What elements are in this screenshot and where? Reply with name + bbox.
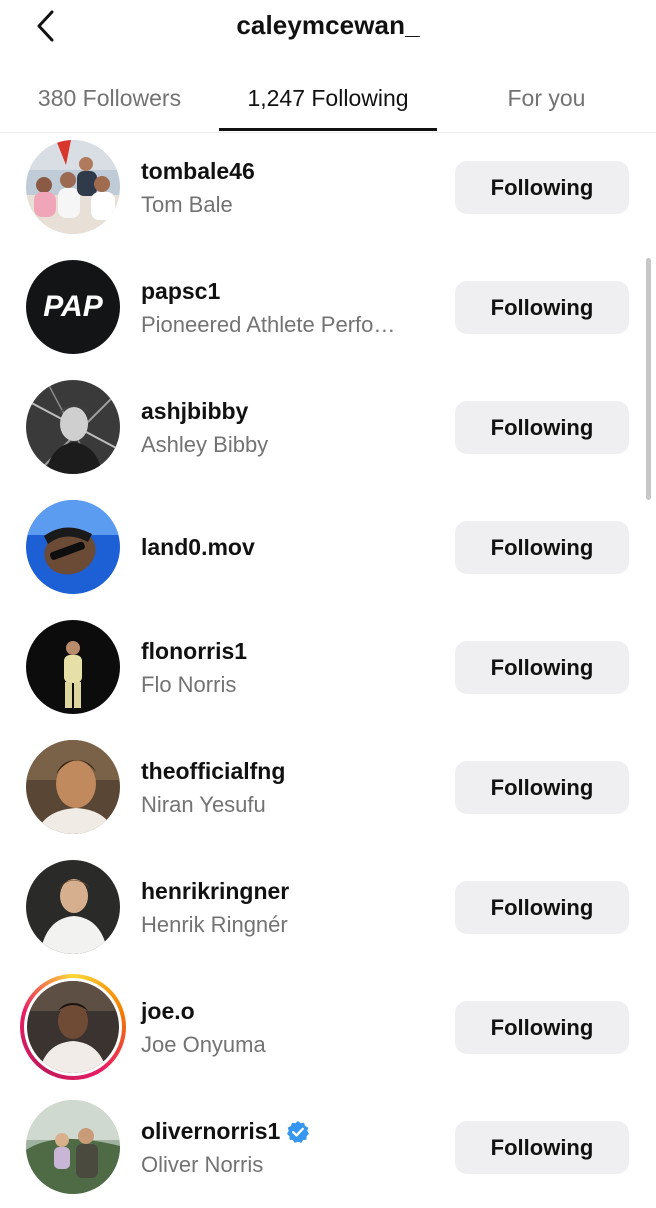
tab-for-you[interactable]: For you (437, 70, 656, 132)
tab-followers[interactable]: 380 Followers (0, 70, 219, 132)
full-name: Henrik Ringnér (141, 912, 288, 937)
following-button[interactable]: Following (455, 1121, 629, 1174)
following-button[interactable]: Following (455, 761, 629, 814)
list-item[interactable]: theofficialfng Niran Yesufu Following (0, 728, 656, 848)
full-name: Joe Onyuma (141, 1032, 266, 1057)
following-button[interactable]: Following (455, 281, 629, 334)
username[interactable]: tombale46 (141, 158, 255, 185)
avatar (24, 978, 122, 1076)
username[interactable]: flonorris1 (141, 638, 247, 665)
avatar[interactable] (26, 1100, 120, 1194)
profile-username-title: caleymcewan_ (236, 10, 420, 40)
tab-following[interactable]: 1,247 Following (219, 70, 437, 132)
header: caleymcewan_ (0, 0, 656, 50)
full-name: Ashley Bibby (141, 432, 269, 457)
following-button[interactable]: Following (455, 161, 629, 214)
full-name: Flo Norris (141, 672, 237, 697)
full-name: Oliver Norris (141, 1152, 264, 1177)
username[interactable]: joe.o (141, 998, 195, 1025)
list-item[interactable]: ashjbibby Ashley Bibby Following (0, 368, 656, 488)
avatar[interactable] (26, 860, 120, 954)
list-item[interactable]: PAP papsc1 Pioneered Athlete Perfo… Foll… (0, 248, 656, 368)
following-button[interactable]: Following (455, 401, 629, 454)
list-item[interactable]: henrikringner Henrik Ringnér Following (0, 848, 656, 968)
username[interactable]: land0.mov (141, 534, 255, 561)
verified-badge-icon (286, 1120, 310, 1144)
list-item[interactable]: joe.o Joe Onyuma Following (0, 968, 656, 1088)
following-button[interactable]: Following (455, 521, 629, 574)
scrollbar[interactable] (646, 258, 651, 500)
avatar[interactable] (26, 740, 120, 834)
full-name: Tom Bale (141, 192, 233, 217)
list-item[interactable]: olivernorris1 Oliver Norris Following (0, 1088, 656, 1208)
username[interactable]: olivernorris1 (141, 1118, 280, 1145)
avatar[interactable] (26, 380, 120, 474)
following-button[interactable]: Following (455, 881, 629, 934)
avatar-story-ring[interactable] (20, 974, 126, 1080)
username[interactable]: henrikringner (141, 878, 289, 905)
avatar[interactable] (26, 140, 120, 234)
list-item[interactable]: tombale46 Tom Bale Following (0, 128, 656, 248)
avatar[interactable] (26, 620, 120, 714)
list-item[interactable]: land0.mov Following (0, 488, 656, 608)
username[interactable]: ashjbibby (141, 398, 248, 425)
full-name: Niran Yesufu (141, 792, 266, 817)
avatar[interactable] (26, 500, 120, 594)
tab-bar: 380 Followers 1,247 Following For you (0, 70, 656, 133)
username-row: olivernorris1 (141, 1118, 310, 1145)
avatar[interactable]: PAP (26, 260, 120, 354)
username[interactable]: papsc1 (141, 278, 220, 305)
following-button[interactable]: Following (455, 1001, 629, 1054)
list-item[interactable]: flonorris1 Flo Norris Following (0, 608, 656, 728)
pap-logo: PAP (43, 290, 103, 323)
full-name: Pioneered Athlete Perfo… (141, 312, 396, 337)
username[interactable]: theofficialfng (141, 758, 285, 785)
following-button[interactable]: Following (455, 641, 629, 694)
